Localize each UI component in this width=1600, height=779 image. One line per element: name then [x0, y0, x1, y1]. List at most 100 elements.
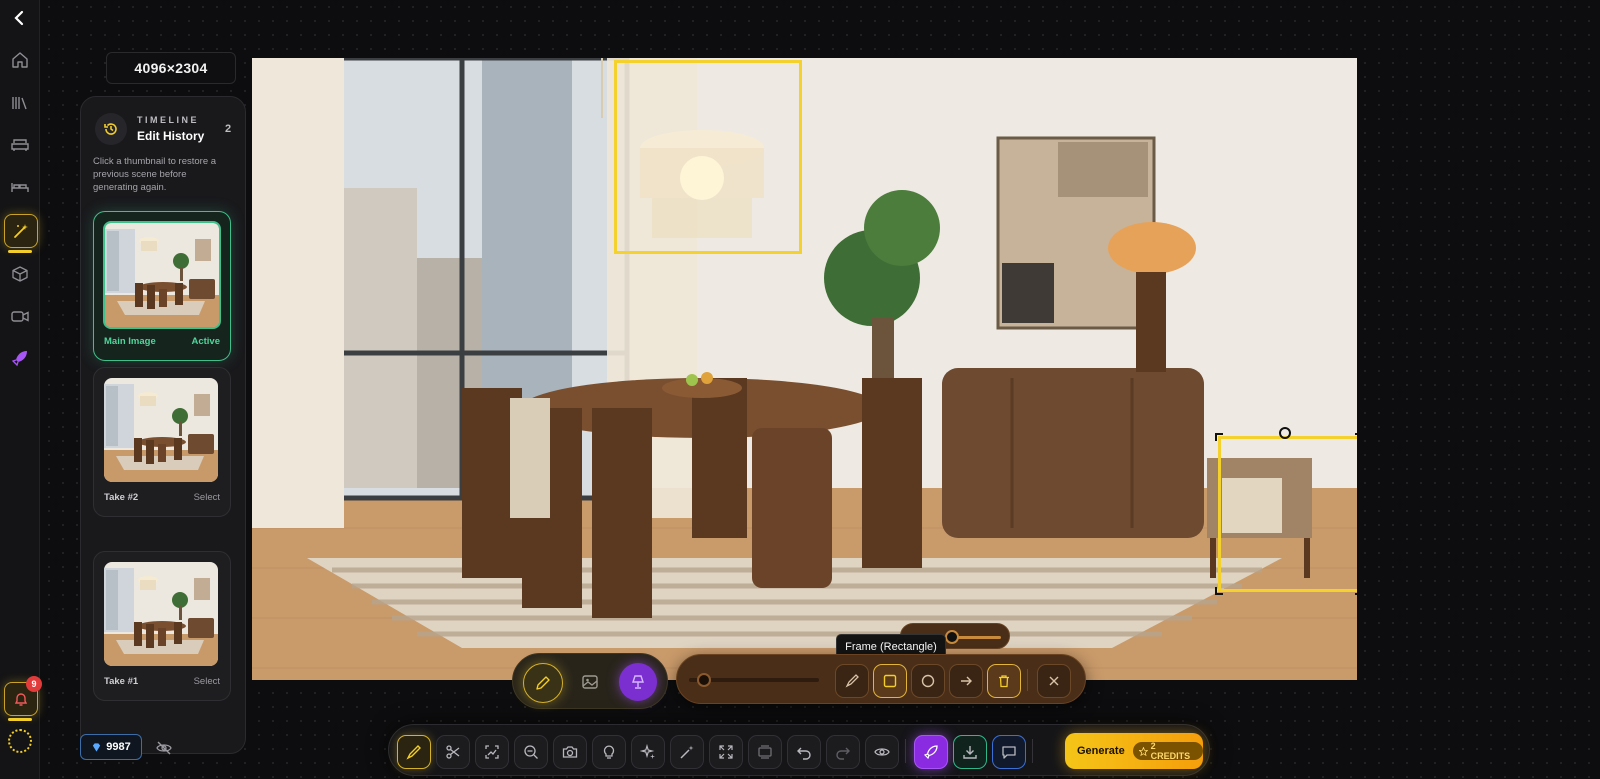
selection-frame-chandelier[interactable] — [614, 60, 802, 254]
expand-icon — [719, 745, 733, 759]
tool-image-edit[interactable] — [475, 735, 509, 769]
launch-button[interactable] — [914, 735, 948, 769]
download-icon — [963, 746, 977, 759]
timeline-item-label: Take #2 — [104, 492, 139, 503]
timeline-kicker: TIMELINE — [137, 115, 199, 125]
bell-icon — [14, 693, 28, 706]
cube-icon — [12, 266, 28, 282]
tool-zoom-out[interactable] — [514, 735, 548, 769]
notification-indicator — [8, 718, 32, 721]
nav-3d[interactable] — [4, 258, 36, 290]
tool-expand[interactable] — [709, 735, 743, 769]
tool-brush[interactable] — [397, 735, 431, 769]
profile-avatar[interactable] — [8, 729, 32, 753]
nav-furniture[interactable] — [4, 129, 36, 161]
timeline-item-select[interactable]: Select — [194, 492, 220, 503]
toolbar-divider — [1032, 739, 1033, 763]
shape-rectangle[interactable] — [873, 664, 907, 698]
brush-icon — [845, 674, 859, 688]
canvas-dimensions: 4096×2304 — [106, 52, 236, 84]
mode-pencil[interactable] — [523, 663, 563, 703]
history-icon — [104, 123, 117, 135]
close-shape-toolbar[interactable] — [1037, 664, 1071, 698]
timeline-item-take-1[interactable]: Take #1 Select — [93, 551, 231, 701]
redo-button[interactable] — [826, 735, 860, 769]
nav-magic[interactable] — [4, 214, 38, 248]
rotate-handle[interactable] — [1279, 427, 1291, 439]
history-icon-wrap — [95, 113, 127, 145]
resize-handle[interactable] — [1355, 433, 1357, 441]
diamond-icon — [93, 742, 101, 752]
star-icon — [1138, 746, 1148, 756]
credits-balance[interactable]: 9987 — [80, 734, 142, 760]
nav-launch[interactable] — [4, 342, 36, 374]
resize-handle[interactable] — [1215, 587, 1223, 595]
selection-frame-chair[interactable] — [1215, 427, 1357, 595]
video-icon — [11, 311, 29, 322]
tool-camera[interactable] — [553, 735, 587, 769]
timeline-thumbnail — [103, 221, 221, 329]
chat-button[interactable] — [992, 735, 1026, 769]
library-icon — [12, 97, 27, 110]
chat-icon — [1002, 746, 1016, 759]
stroke-slider-thumb[interactable] — [697, 673, 711, 687]
download-button[interactable] — [953, 735, 987, 769]
credits-value: 9987 — [106, 741, 131, 753]
mode-lamp[interactable] — [619, 663, 657, 701]
image-edit-icon — [485, 745, 499, 759]
generate-label: Generate — [1077, 745, 1125, 757]
tool-enhance[interactable] — [631, 735, 665, 769]
timeline-item-label: Main Image — [104, 336, 156, 347]
rocket-icon — [923, 745, 938, 760]
chevron-left-icon — [14, 10, 24, 26]
scissors-icon — [446, 745, 460, 759]
home-icon — [12, 52, 28, 68]
delete-shape-button[interactable] — [987, 664, 1021, 698]
circle-icon — [921, 674, 935, 688]
undo-icon — [797, 747, 811, 760]
timeline-item-main[interactable]: Main Image Active — [93, 211, 231, 361]
hide-panel-button[interactable] — [154, 738, 174, 758]
magic-wand-icon — [14, 224, 28, 238]
generate-button[interactable]: Generate 2 CREDITS — [1065, 733, 1203, 769]
nav-bed[interactable] — [4, 171, 36, 203]
draw-mode-group — [512, 653, 668, 709]
nav-video[interactable] — [4, 300, 36, 332]
eye-off-icon — [156, 741, 172, 755]
shape-arrow[interactable] — [949, 664, 983, 698]
tool-cut[interactable] — [436, 735, 470, 769]
resize-handle[interactable] — [1355, 587, 1357, 595]
size-thumb[interactable] — [945, 630, 959, 644]
shape-toolbar — [676, 654, 1086, 704]
left-rail: 9 — [0, 0, 42, 779]
shape-divider — [1027, 669, 1028, 691]
sofa-icon — [11, 139, 29, 151]
redo-icon — [836, 747, 850, 760]
canvas-image[interactable] — [252, 58, 1357, 680]
resize-handle[interactable] — [1215, 433, 1223, 441]
back-button[interactable] — [4, 2, 36, 34]
tool-magic[interactable] — [670, 735, 704, 769]
toolbar-divider — [905, 739, 906, 763]
tool-lighting[interactable] — [592, 735, 626, 769]
image-icon — [582, 675, 598, 689]
timeline-thumbnail — [104, 562, 218, 666]
shape-brush[interactable] — [835, 664, 869, 698]
tool-layers[interactable] — [748, 735, 782, 769]
timeline-title: Edit History — [137, 129, 205, 143]
camera-icon — [562, 746, 578, 758]
nav-active-indicator — [8, 250, 32, 253]
layers-icon — [758, 745, 772, 759]
mode-image[interactable] — [571, 663, 609, 701]
nav-library[interactable] — [4, 87, 36, 119]
undo-button[interactable] — [787, 735, 821, 769]
timeline-item-select[interactable]: Select — [194, 676, 220, 687]
timeline-item-take-2[interactable]: Take #2 Select — [93, 367, 231, 517]
lightbulb-icon — [603, 745, 615, 759]
timeline-item-label: Take #1 — [104, 676, 139, 687]
magic-wand-icon — [680, 745, 694, 759]
shape-circle[interactable] — [911, 664, 945, 698]
lamp-icon — [632, 675, 644, 689]
preview-button[interactable] — [865, 735, 899, 769]
nav-home[interactable] — [4, 44, 36, 76]
